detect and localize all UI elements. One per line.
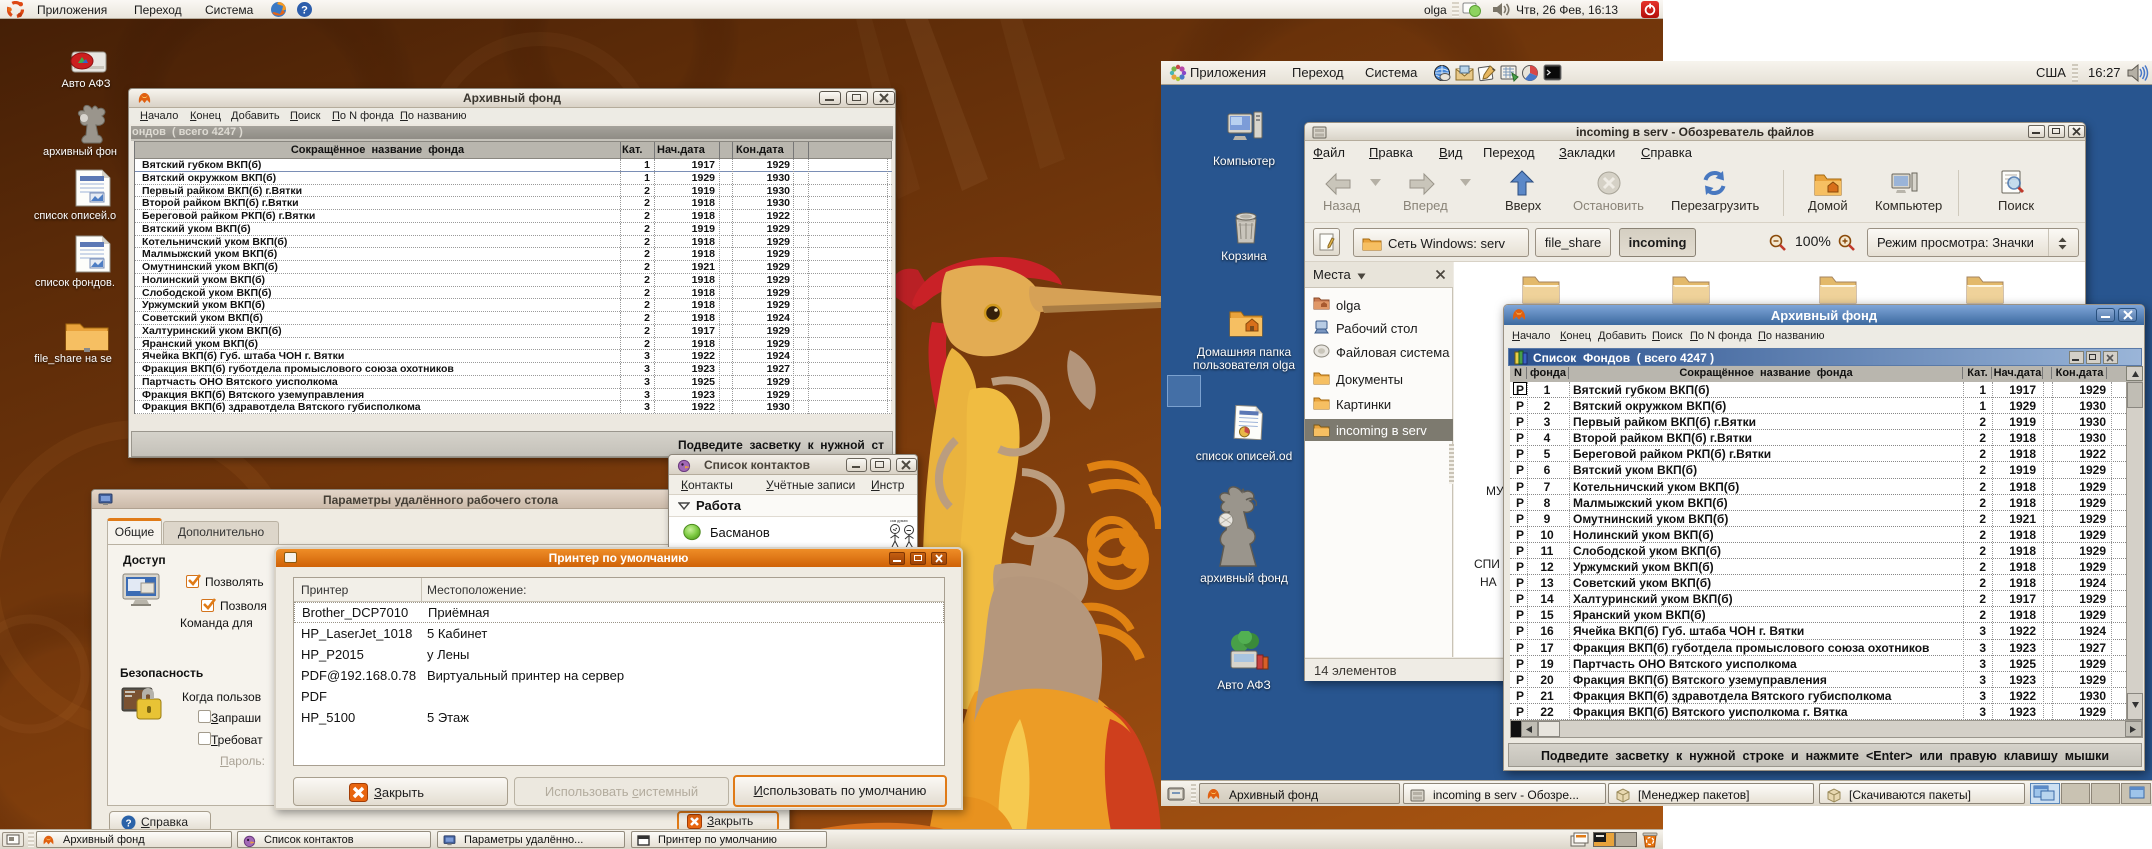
svg-text:сам думаю: сам думаю bbox=[890, 519, 908, 523]
svg-text:?: ? bbox=[301, 5, 308, 17]
svg-text:?: ? bbox=[125, 819, 131, 830]
